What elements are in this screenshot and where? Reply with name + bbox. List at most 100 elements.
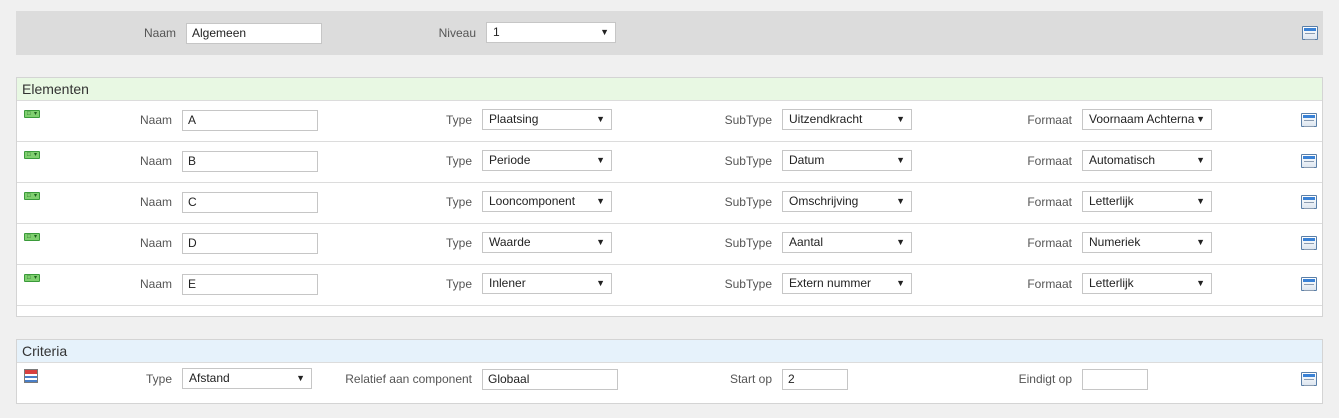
element-type-label: Type	[445, 113, 472, 127]
row-toggle-icon[interactable]: □ ▾	[24, 110, 40, 118]
level-label: Niveau	[438, 26, 476, 40]
element-subtype-label: SubType	[724, 113, 772, 127]
element-type-value: Plaatsing	[489, 112, 539, 126]
element-subtype-label: SubType	[724, 154, 772, 168]
element-subtype-select[interactable]: Extern nummer ▼	[782, 273, 912, 294]
start-input[interactable]: 2	[782, 369, 848, 390]
element-row: □ ▾ Naam A Type Plaatsing ▼ SubType Uitzendkrach…	[17, 101, 1322, 142]
element-row: □ ▾ Naam E Type Inlener ▼ SubType Extern nummer ▼…	[17, 265, 1322, 306]
row-toggle-icon[interactable]: □ ▾	[24, 192, 40, 200]
element-type-label: Type	[445, 195, 472, 209]
element-format-value: Voornaam Achterna	[1089, 112, 1195, 126]
element-subtype-value: Aantal	[789, 235, 824, 249]
level-select[interactable]: 1 ▼	[486, 22, 616, 43]
element-name-label: Naam	[139, 195, 172, 209]
chevron-down-icon: ▼	[1196, 155, 1205, 165]
element-format-label: Formaat	[1027, 113, 1072, 127]
element-row: □ ▾ Naam C Type Looncomponent ▼ SubType Omschrij…	[17, 183, 1322, 224]
elements-title: Elementen	[17, 78, 1322, 101]
element-name-input[interactable]: B	[182, 151, 318, 172]
element-type-label: Type	[445, 277, 472, 291]
criteria-type-value: Afstand	[189, 371, 230, 385]
element-type-select[interactable]: Periode ▼	[482, 150, 612, 171]
chevron-down-icon: ▼	[596, 196, 605, 206]
element-type-select[interactable]: Looncomponent ▼	[482, 191, 612, 212]
row-toggle-icon[interactable]: □ ▾	[24, 274, 40, 282]
element-subtype-value: Extern nummer	[789, 276, 872, 290]
element-name-label: Naam	[139, 154, 172, 168]
element-subtype-label: SubType	[724, 277, 772, 291]
element-name-label: Naam	[139, 236, 172, 250]
chevron-down-icon: ▼	[896, 196, 905, 206]
element-name-input[interactable]: C	[182, 192, 318, 213]
element-type-select[interactable]: Waarde ▼	[482, 232, 612, 253]
element-format-select[interactable]: Automatisch ▼	[1082, 150, 1212, 171]
chevron-down-icon: ▼	[596, 237, 605, 247]
criteria-title: Criteria	[17, 340, 1322, 363]
element-format-label: Formaat	[1027, 195, 1072, 209]
row-toggle-icon[interactable]: □ ▾	[24, 151, 40, 159]
chevron-down-icon: ▼	[1196, 237, 1205, 247]
element-subtype-select[interactable]: Omschrijving ▼	[782, 191, 912, 212]
row-menu-icon[interactable]	[1301, 195, 1317, 209]
element-subtype-label: SubType	[724, 236, 772, 250]
element-type-value: Periode	[489, 153, 531, 167]
chevron-down-icon: ▼	[896, 237, 905, 247]
row-menu-icon[interactable]	[1301, 154, 1317, 168]
element-type-select[interactable]: Inlener ▼	[482, 273, 612, 294]
row-menu-icon[interactable]	[1301, 236, 1317, 250]
element-format-select[interactable]: Voornaam Achterna ▼	[1082, 109, 1212, 130]
element-format-select[interactable]: Letterlijk ▼	[1082, 191, 1212, 212]
element-subtype-label: SubType	[724, 195, 772, 209]
relative-label: Relatief aan component	[345, 372, 472, 386]
element-type-value: Waarde	[489, 235, 531, 249]
element-subtype-select[interactable]: Aantal ▼	[782, 232, 912, 253]
element-name-input[interactable]: D	[182, 233, 318, 254]
name-label: Naam	[143, 26, 176, 40]
element-format-value: Letterlijk	[1089, 194, 1134, 208]
elements-section: Elementen □ ▾ Naam A Type Plaatsing ▼ SubType Ui…	[16, 77, 1323, 317]
element-name-label: Naam	[139, 113, 172, 127]
start-label: Start op	[729, 372, 772, 386]
chevron-down-icon: ▼	[1196, 278, 1205, 288]
element-format-select[interactable]: Numeriek ▼	[1082, 232, 1212, 253]
element-name-input[interactable]: A	[182, 110, 318, 131]
element-subtype-value: Uitzendkracht	[789, 112, 863, 126]
element-row: □ ▾ Naam D Type Waarde ▼ SubType Aantal ▼ Formaat N…	[17, 224, 1322, 265]
element-name-input[interactable]: E	[182, 274, 318, 295]
criteria-type-label: Type	[145, 372, 172, 386]
chevron-down-icon: ▼	[596, 278, 605, 288]
menu-icon[interactable]	[1302, 26, 1318, 40]
row-menu-icon[interactable]	[1301, 113, 1317, 127]
criteria-table-icon[interactable]	[24, 369, 38, 383]
chevron-down-icon: ▼	[296, 373, 305, 383]
chevron-down-icon: ▼	[896, 155, 905, 165]
element-name-label: Naam	[139, 277, 172, 291]
criteria-section: Criteria Type Afstand ▼ Relatief aan com…	[16, 339, 1323, 404]
element-format-label: Formaat	[1027, 236, 1072, 250]
end-input[interactable]	[1082, 369, 1148, 390]
element-format-value: Automatisch	[1089, 153, 1156, 167]
element-subtype-select[interactable]: Datum ▼	[782, 150, 912, 171]
end-label: Eindigt op	[1018, 372, 1072, 386]
row-menu-icon[interactable]	[1301, 277, 1317, 291]
chevron-down-icon: ▼	[896, 278, 905, 288]
chevron-down-icon: ▼	[596, 114, 605, 124]
element-format-value: Numeriek	[1089, 235, 1141, 249]
element-type-value: Looncomponent	[489, 194, 576, 208]
element-type-select[interactable]: Plaatsing ▼	[482, 109, 612, 130]
element-type-label: Type	[445, 154, 472, 168]
name-input[interactable]: Algemeen	[186, 23, 322, 44]
row-toggle-icon[interactable]: □ ▾	[24, 233, 40, 241]
chevron-down-icon: ▼	[896, 114, 905, 124]
element-format-label: Formaat	[1027, 154, 1072, 168]
element-subtype-select[interactable]: Uitzendkracht ▼	[782, 109, 912, 130]
element-format-select[interactable]: Letterlijk ▼	[1082, 273, 1212, 294]
relative-input[interactable]: Globaal	[482, 369, 618, 390]
criteria-type-select[interactable]: Afstand ▼	[182, 368, 312, 389]
element-format-value: Letterlijk	[1089, 276, 1134, 290]
element-format-label: Formaat	[1027, 277, 1072, 291]
criteria-menu-icon[interactable]	[1301, 372, 1317, 386]
level-select-value: 1	[493, 25, 500, 39]
element-type-value: Inlener	[489, 276, 526, 290]
